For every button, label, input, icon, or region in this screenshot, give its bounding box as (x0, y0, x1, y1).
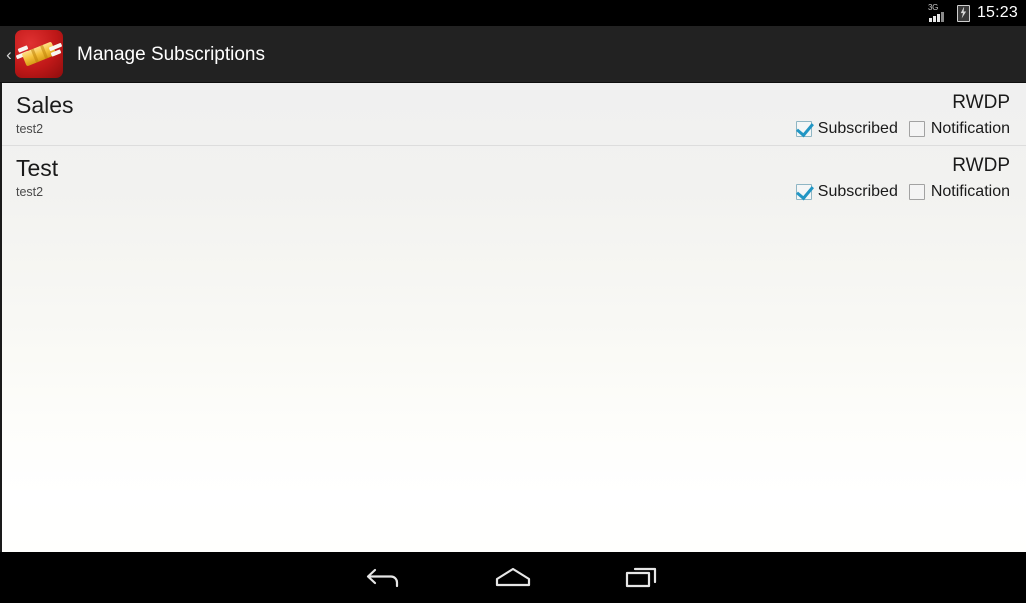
subscribed-label: Subscribed (817, 120, 898, 137)
subscribed-checkbox-item[interactable]: Subscribed (795, 183, 898, 201)
row-code-label: RWDP (952, 92, 1010, 113)
status-bar: 3G 15:23 (0, 0, 1026, 26)
row-code-label: RWDP (952, 155, 1010, 176)
notification-checkbox-item[interactable]: Notification (908, 183, 1010, 201)
row-checkbox-group: Subscribed Notification (795, 183, 1010, 201)
row-primary-text-group: Test test2 (16, 155, 58, 200)
notification-label: Notification (930, 183, 1010, 200)
row-primary-text-group: Sales test2 (16, 92, 74, 137)
action-bar: ‹ Manage Subscriptions (0, 26, 1026, 83)
subscribed-checkbox[interactable] (795, 121, 812, 137)
status-bar-right-cluster: 3G 15:23 (927, 2, 1018, 22)
signal-bars-glyph (928, 11, 944, 22)
content-area: Sales test2 RWDP Subscribed Notification (0, 83, 1026, 552)
row-checkbox-group: Subscribed Notification (795, 120, 1010, 138)
clock-label: 15:23 (976, 4, 1018, 21)
app-logo-icon[interactable] (15, 30, 63, 78)
subscribed-checkbox[interactable] (795, 184, 812, 200)
notification-checkbox[interactable] (908, 184, 925, 200)
android-screen: 3G 15:23 ‹ Manage Subscriptions Sales te… (0, 0, 1026, 603)
table-row[interactable]: Sales test2 RWDP Subscribed Notification (2, 83, 1026, 145)
page-title: Manage Subscriptions (77, 43, 265, 65)
notification-checkbox[interactable] (908, 121, 925, 137)
back-arrow-icon[interactable] (321, 552, 449, 603)
row-subtitle: test2 (16, 122, 44, 136)
notification-label: Notification (930, 120, 1010, 137)
network-type-label: 3G (927, 2, 939, 12)
battery-bolt-glyph (960, 6, 967, 19)
row-title: Test (16, 155, 59, 181)
recent-apps-icon[interactable] (577, 552, 705, 603)
row-subtitle: test2 (16, 185, 44, 199)
row-controls-group: RWDP Subscribed Notification (795, 155, 1010, 201)
table-row[interactable]: Test test2 RWDP Subscribed Notification (2, 145, 1026, 208)
subscribed-label: Subscribed (817, 183, 898, 200)
home-icon[interactable] (449, 552, 577, 603)
notification-checkbox-item[interactable]: Notification (908, 120, 1010, 138)
row-controls-group: RWDP Subscribed Notification (795, 92, 1010, 138)
battery-charging-icon (956, 4, 970, 22)
subscribed-checkbox-item[interactable]: Subscribed (795, 120, 898, 138)
row-title: Sales (16, 92, 74, 118)
subscription-list: Sales test2 RWDP Subscribed Notification (2, 83, 1026, 208)
navigation-bar (0, 552, 1026, 603)
signal-bars-icon: 3G (927, 2, 950, 22)
